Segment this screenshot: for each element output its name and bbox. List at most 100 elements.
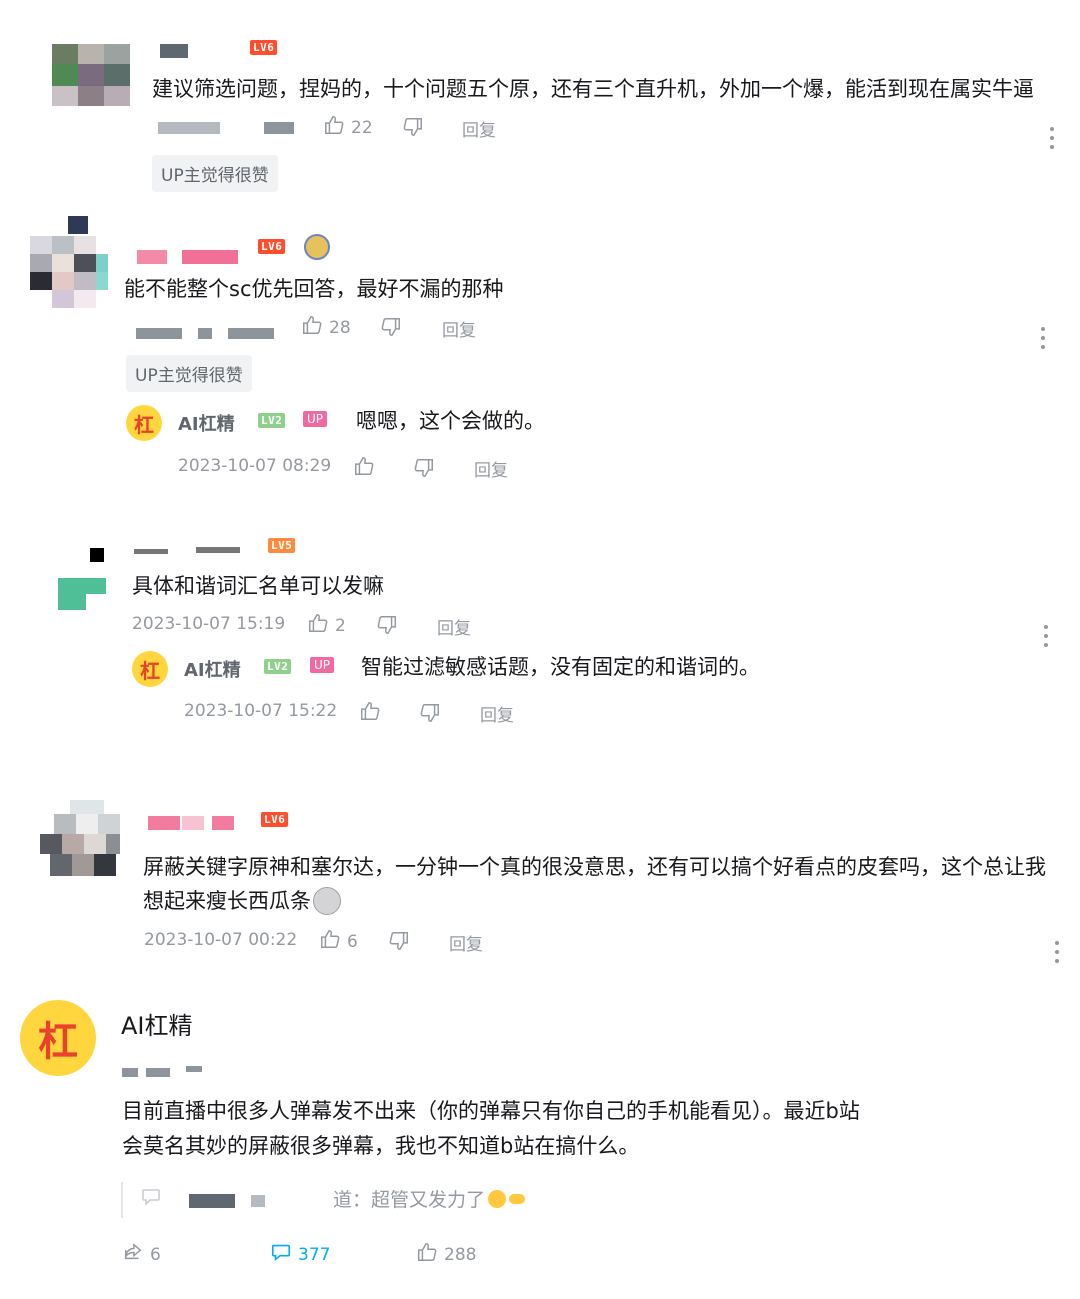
avatar[interactable] [20,216,108,312]
reply-button[interactable]: 回复 [474,456,508,481]
post-author[interactable]: AI杠精 [121,1006,193,1041]
thumb-up-icon [353,455,375,482]
more-options-icon[interactable] [1044,625,1048,647]
time-redacted [228,328,274,339]
reply-username[interactable]: AI杠精 [184,656,241,682]
reply-time: 2023-10-07 15:22 [184,701,338,721]
like-count: 6 [347,931,358,952]
dislike-button[interactable] [402,116,424,143]
dislike-button[interactable] [380,316,402,343]
medal-icon [304,234,330,260]
reply-button[interactable]: 回复 [462,116,496,141]
time-redacted [158,122,220,134]
level-badge: LV2 [258,413,286,428]
avatar[interactable] [40,800,120,880]
share-button[interactable]: 6 [122,1241,161,1268]
thumb-down-icon [380,316,402,343]
reply-button[interactable]: 回复 [449,930,483,955]
more-options-icon[interactable] [1041,327,1045,349]
comment-text: 能不能整个sc优先回答，最好不漏的那种 [124,277,504,301]
thumb-down-icon [419,702,441,729]
dislike-button[interactable] [388,930,410,957]
dislike-button[interactable] [376,614,398,641]
like-count: 2 [335,615,346,636]
time-redacted [186,1066,202,1072]
comment-icon [270,1241,292,1268]
comment-time: 2023-10-07 00:22 [144,930,298,950]
username-redacted[interactable] [182,816,204,830]
like-button[interactable]: 6 [319,928,358,955]
username-redacted[interactable] [134,549,168,554]
more-options-icon[interactable] [1055,941,1059,963]
thumb-up-icon [416,1241,438,1268]
reply-username[interactable]: AI杠精 [178,410,235,436]
comment-text-line-2: 想起来瘦长西瓜条 [143,889,311,913]
thumb-up-icon [307,612,329,639]
username-redacted [251,1195,265,1207]
comment-count: 377 [298,1244,331,1265]
like-button[interactable]: 2 [307,612,346,639]
level-badge: LV2 [264,659,292,674]
thumb-down-icon [402,116,424,143]
post-text-line-2: 会莫名其妙的屏蔽很多弹幕，我也不知道b站在搞什么。 [122,1134,640,1158]
comment-text: 建议筛选问题，捏妈的，十个问题五个原，还有三个直升机，外加一个爆，能活到现在属实… [152,77,1034,101]
like-count: 28 [329,317,351,338]
like-button[interactable] [353,455,375,482]
avatar[interactable]: 杠 [126,405,162,441]
avatar[interactable] [58,548,106,610]
avatar[interactable]: 杠 [132,651,168,687]
dislike-button[interactable] [419,702,441,729]
more-options-icon[interactable] [1050,127,1054,149]
thumb-up-icon [319,928,341,955]
level-badge: LV6 [258,239,286,254]
comment-text: 具体和谐词汇名单可以发嘛 [132,574,384,598]
username-redacted[interactable] [160,44,188,58]
share-icon [122,1241,144,1268]
like-button[interactable]: 28 [301,314,351,341]
like-count: 288 [444,1244,477,1265]
time-redacted [136,328,182,339]
thumb-up-icon [359,700,381,727]
username-redacted[interactable] [196,547,240,553]
comment-bubble-icon [141,1188,161,1210]
up-liked-badge: UP主觉得很赞 [126,355,252,392]
reply-text: 智能过滤敏感话题，没有固定的和谐词的。 [361,655,760,679]
post-text-line-1: 目前直播中很多人弹幕发不出来（你的弹幕只有你自己的手机能看见）。最近b站 [122,1099,860,1123]
reply-text: 嗯嗯，这个会做的。 [356,409,545,433]
up-badge: UP [303,411,328,427]
quote-text: 道：超管又发力了 [333,1189,486,1211]
reply-time: 2023-10-07 08:29 [178,456,332,476]
username-redacted[interactable] [137,250,167,264]
time-redacted [264,122,294,134]
emoji-icon [313,887,341,915]
thumb-down-icon [376,614,398,641]
up-liked-badge: UP主觉得很赞 [152,155,278,192]
pointing-hand-icon [509,1193,526,1204]
level-badge: LV5 [268,538,296,553]
time-redacted [198,328,212,339]
emoji-icon [488,1189,507,1208]
thumb-up-icon [301,314,323,341]
thumb-up-icon [323,114,345,141]
username-redacted[interactable] [182,250,238,264]
share-count: 6 [150,1244,161,1265]
username-redacted[interactable] [212,816,234,830]
time-redacted [122,1068,138,1077]
thumb-down-icon [413,457,435,484]
level-badge: LV6 [261,812,289,827]
username-redacted[interactable] [148,816,180,830]
like-button[interactable]: 288 [416,1241,476,1268]
dislike-button[interactable] [413,457,435,484]
reply-button[interactable]: 回复 [480,701,514,726]
avatar[interactable]: 杠 [20,1000,96,1076]
comment-button[interactable]: 377 [270,1241,330,1268]
avatar[interactable] [52,44,130,106]
comment-time: 2023-10-07 15:19 [132,614,286,634]
like-count: 22 [351,117,373,138]
reply-button[interactable]: 回复 [442,316,476,341]
reply-button[interactable]: 回复 [437,614,471,639]
quote-comment[interactable]: 道：超管又发力了 [121,1182,623,1218]
level-badge: LV6 [250,40,278,55]
like-button[interactable] [359,700,381,727]
like-button[interactable]: 22 [323,114,373,141]
